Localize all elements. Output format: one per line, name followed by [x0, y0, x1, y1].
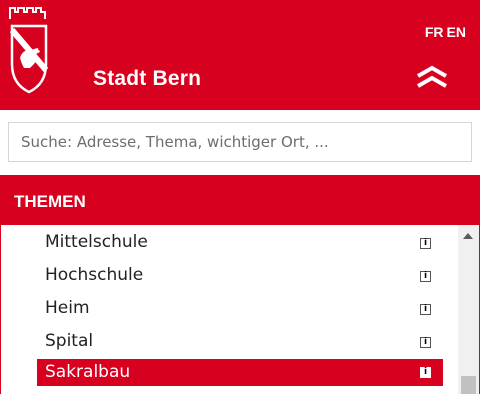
list-item-label: Heim — [45, 298, 90, 318]
themen-panel: THEMEN Mittelschule i Hochschule i Heim … — [0, 175, 480, 394]
lang-en[interactable]: EN — [447, 24, 466, 40]
list-item-spital[interactable]: Spital i — [37, 326, 443, 359]
info-icon[interactable]: i — [420, 271, 431, 282]
search-input[interactable] — [8, 122, 472, 162]
scroll-up-icon[interactable] — [463, 233, 473, 239]
list-item-mittelschule[interactable]: Mittelschule i — [37, 227, 443, 260]
list-scrollbar[interactable] — [458, 225, 479, 394]
double-chevron-up-icon[interactable] — [414, 64, 450, 90]
list-item-heim[interactable]: Heim i — [37, 293, 443, 326]
themen-header[interactable]: THEMEN — [1, 176, 479, 225]
info-icon[interactable]: i — [420, 238, 431, 249]
brand-title[interactable]: Stadt Bern — [93, 67, 201, 91]
themen-title: THEMEN — [14, 192, 86, 211]
list-item-label: Mittelschule — [45, 232, 148, 252]
crown-icon — [9, 7, 46, 19]
list-item-label: Sakralbau — [45, 362, 131, 382]
list-item-label: Hochschule — [45, 265, 144, 285]
language-switcher: FR EN — [422, 24, 466, 40]
info-icon[interactable]: i — [420, 304, 431, 315]
info-icon[interactable]: i — [420, 337, 431, 348]
list-item-label: Spital — [45, 331, 94, 351]
lang-fr[interactable]: FR — [425, 24, 444, 40]
themen-list: Mittelschule i Hochschule i Heim i Spita… — [37, 227, 443, 386]
app-header: Stadt Bern FR EN — [0, 0, 480, 110]
scrollbar-thumb[interactable] — [461, 376, 476, 394]
list-item-hochschule[interactable]: Hochschule i — [37, 260, 443, 293]
info-icon[interactable]: i — [420, 367, 431, 378]
bern-crest-icon[interactable] — [10, 24, 48, 94]
list-item-sakralbau[interactable]: Sakralbau i — [37, 359, 443, 386]
